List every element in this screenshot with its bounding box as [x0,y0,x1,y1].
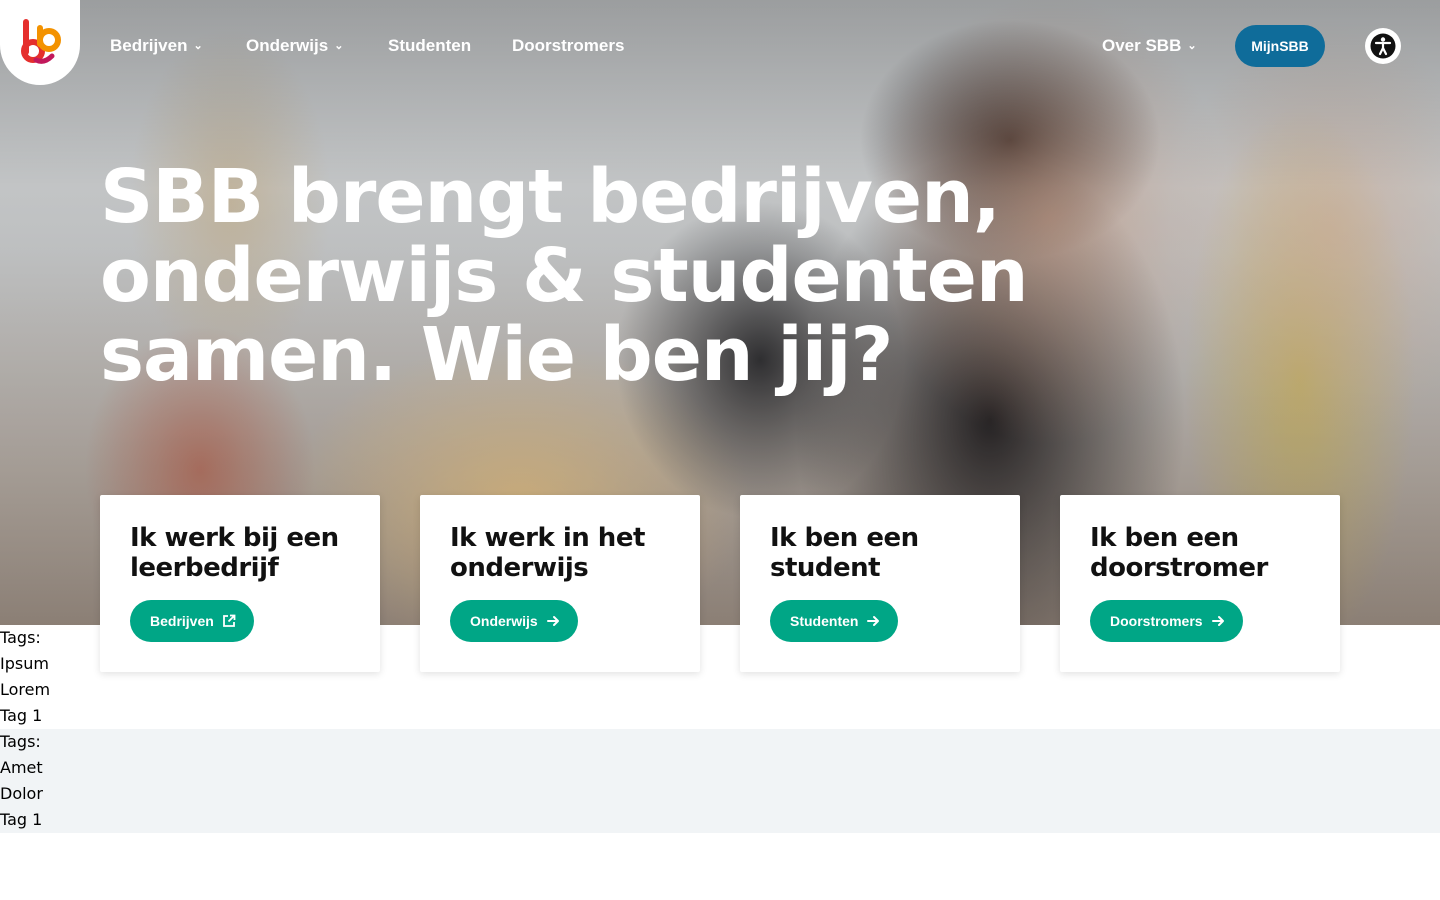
accessibility-button[interactable] [1365,28,1401,64]
button-label: Onderwijs [470,613,538,629]
nav-item-doorstromers[interactable]: Doorstromers [512,34,624,58]
nav-label: Doorstromers [512,36,625,55]
card-title: Ik werk bij een leerbedrijf [130,523,339,583]
tag-item[interactable]: Dolor [0,781,1440,807]
nav-item-over-sbb[interactable]: Over SBB ⌄ [1102,34,1197,58]
audience-card-leerbedrijf: Ik werk bij een leerbedrijf Bedrijven [100,495,380,672]
audience-card-onderwijs: Ik werk in het onderwijs Onderwijs [420,495,700,672]
nav-item-bedrijven[interactable]: Bedrijven ⌄ [110,34,203,58]
tag-item[interactable]: Tag 1 [0,703,1440,729]
card-title: Ik ben een doorstromer [1090,523,1268,583]
arrow-right-icon [546,614,560,628]
button-label: Studenten [790,613,859,629]
accessibility-icon [1370,33,1396,59]
button-label: Doorstromers [1110,613,1203,629]
bedrijven-button[interactable]: Bedrijven [130,600,254,642]
studenten-button[interactable]: Studenten [770,600,899,642]
nav-label: Over SBB [1102,36,1182,55]
nav-item-onderwijs[interactable]: Onderwijs ⌄ [246,34,343,58]
nav-label: Onderwijs [246,36,329,55]
external-link-icon [222,614,236,628]
chevron-down-icon: ⌄ [193,40,203,52]
hero-headline: SBB brengt bedrijven, onderwijs & studen… [100,154,1029,398]
tags-heading: Tags: [0,732,41,751]
chevron-down-icon: ⌄ [1187,40,1197,52]
nav-item-studenten[interactable]: Studenten [388,34,471,58]
tag-item[interactable]: Amet [0,755,1440,781]
main-nav: Bedrijven ⌄ Onderwijs ⌄ Studenten Doorstro… [0,34,1440,58]
audience-card-student: Ik ben een student Studenten [740,495,1020,672]
audience-card-doorstromer: Ik ben een doorstromer Doorstromers [1060,495,1340,672]
tag-item[interactable]: Tag 1 [0,807,1440,833]
nav-label: Bedrijven [110,36,188,55]
card-title: Ik ben een student [770,523,919,583]
chevron-down-icon: ⌄ [334,40,344,52]
card-title: Ik werk in het onderwijs [450,523,645,583]
onderwijs-button[interactable]: Onderwijs [450,600,578,642]
doorstromers-button[interactable]: Doorstromers [1090,600,1243,642]
button-label: Bedrijven [150,613,214,629]
arrow-right-icon [866,614,880,628]
tag-list: Tags: Amet Dolor Tag 1 [0,729,1440,833]
tag-item[interactable]: Lorem [0,677,1440,703]
mijnsbb-button[interactable]: MijnSBB [1235,25,1325,67]
nav-label: Studenten [388,36,472,55]
arrow-right-icon [1211,614,1225,628]
